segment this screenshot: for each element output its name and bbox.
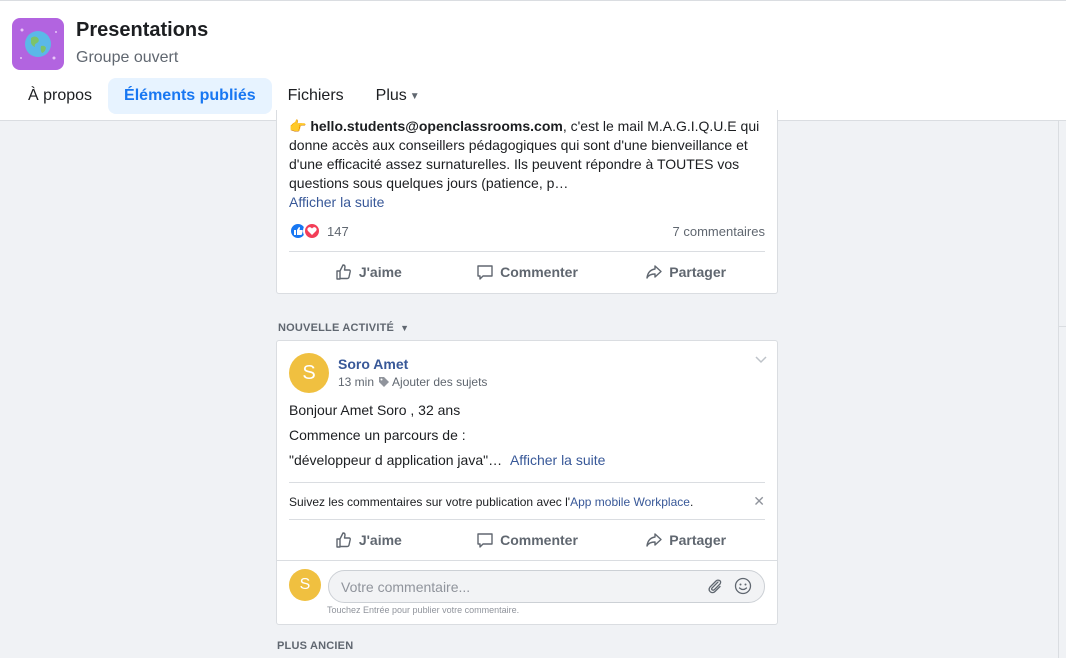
divider	[289, 251, 765, 252]
divider	[289, 482, 765, 483]
like-button[interactable]: J'aime	[289, 522, 448, 558]
comment-hint: Touchez Entrée pour publier votre commen…	[327, 605, 520, 615]
comment-count[interactable]: 7 commentaires	[673, 224, 765, 239]
right-divider	[1058, 121, 1059, 658]
section-new-label: NOUVELLE ACTIVITÉ	[278, 322, 395, 334]
reaction-count: 147	[327, 223, 349, 239]
tab-files[interactable]: Fichiers	[272, 78, 360, 114]
post-line: Commence un parcours de :	[289, 427, 466, 443]
group-avatar[interactable]	[12, 18, 64, 70]
reactions-summary[interactable]: 147	[289, 222, 349, 240]
tab-about[interactable]: À propos	[12, 78, 108, 114]
post-meta: 13 min Ajouter des sujets	[338, 375, 487, 389]
see-more-link[interactable]: Afficher la suite	[289, 193, 384, 212]
avatar[interactable]: S	[289, 569, 321, 601]
share-label: Partager	[669, 264, 727, 280]
section-older[interactable]: PLUS ANCIEN	[277, 640, 353, 652]
comment-label: Commenter	[500, 264, 578, 280]
like-label: J'aime	[358, 532, 402, 548]
comment-button[interactable]: Commenter	[448, 254, 607, 290]
post-actions: J'aime Commenter Partager	[289, 522, 765, 558]
comment-box	[328, 570, 765, 603]
chevron-down-icon[interactable]	[755, 353, 767, 367]
caret-down-icon: ▼	[409, 90, 420, 102]
group-privacy: Groupe ouvert	[76, 49, 179, 66]
section-new-activity[interactable]: NOUVELLE ACTIVITÉ ▼	[278, 322, 409, 334]
caret-down-icon: ▼	[400, 323, 410, 333]
divider	[277, 560, 777, 561]
post-line: Bonjour Amet Soro , 32 ans	[289, 402, 461, 418]
right-divider-tick	[1058, 326, 1066, 327]
comment-input[interactable]	[341, 571, 681, 602]
notice-text: Suivez les commentaires sur votre public…	[289, 495, 571, 509]
share-label: Partager	[669, 532, 727, 548]
post-line-text: "développeur d application java"…	[289, 452, 503, 468]
group-header: Presentations Groupe ouvert À propos Élé…	[0, 0, 1066, 121]
like-button[interactable]: J'aime	[289, 254, 448, 290]
share-button[interactable]: Partager	[606, 254, 765, 290]
share-icon	[646, 533, 662, 547]
mobile-app-notice: Suivez les commentaires sur votre public…	[289, 495, 693, 509]
post-line: "développeur d application java"… Affich…	[289, 451, 605, 470]
comment-icon	[477, 265, 493, 280]
post-author[interactable]: Soro Amet	[338, 356, 408, 372]
thumbs-up-icon	[336, 532, 351, 548]
group-title[interactable]: Presentations	[76, 19, 208, 42]
share-icon	[646, 265, 662, 279]
emoji-icon[interactable]	[734, 577, 752, 600]
post-time[interactable]: 13 min	[338, 375, 374, 389]
mobile-app-link[interactable]: App mobile Workplace	[570, 495, 690, 509]
post-body: 👉 hello.students@openclassrooms.com, c'e…	[289, 117, 767, 193]
thumbs-up-icon	[336, 264, 351, 280]
post-email: hello.students@openclassrooms.com	[310, 118, 563, 134]
share-button[interactable]: Partager	[606, 522, 765, 558]
avatar[interactable]: S	[289, 353, 329, 393]
notice-suffix: .	[689, 495, 694, 509]
post-card: 👉 hello.students@openclassrooms.com, c'e…	[276, 110, 778, 294]
paperclip-icon[interactable]	[706, 577, 724, 600]
tab-more-label: Plus	[375, 87, 407, 104]
tab-more[interactable]: Plus ▼	[360, 78, 436, 114]
comment-button[interactable]: Commenter	[448, 522, 607, 558]
like-label: J'aime	[358, 264, 402, 280]
divider	[289, 519, 765, 520]
post-card: S Soro Amet 13 min Ajouter des sujets Bo…	[276, 340, 778, 625]
group-tabs: À propos Éléments publiés Fichiers Plus …	[12, 78, 436, 114]
add-topics-link[interactable]: Ajouter des sujets	[392, 375, 487, 389]
close-icon[interactable]: ✕	[753, 493, 765, 510]
pointing-hand-icon: 👉	[289, 118, 307, 134]
see-more-link[interactable]: Afficher la suite	[510, 452, 605, 468]
tag-icon	[379, 377, 390, 387]
post-actions: J'aime Commenter Partager	[289, 254, 765, 290]
comment-icon	[477, 533, 493, 548]
tab-posts[interactable]: Éléments publiés	[108, 78, 272, 114]
love-reaction-icon	[303, 222, 321, 240]
comment-label: Commenter	[500, 532, 578, 548]
